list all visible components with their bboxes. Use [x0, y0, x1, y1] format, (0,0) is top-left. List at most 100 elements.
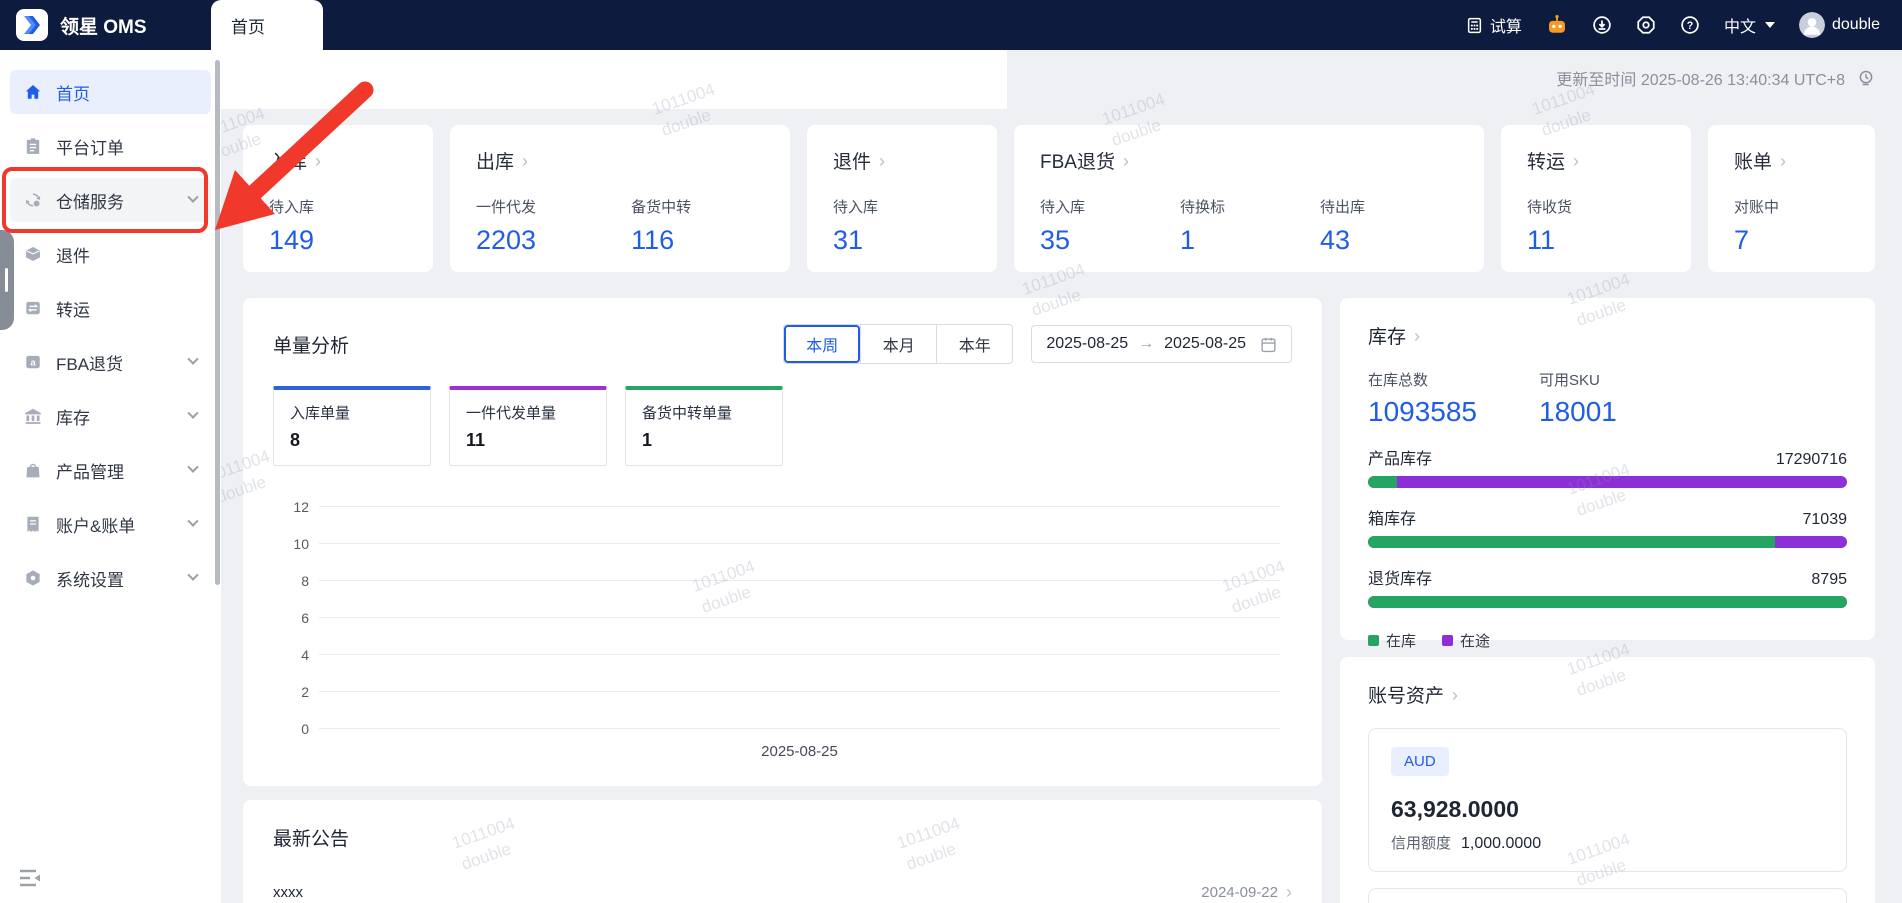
chevron-right-icon: ›: [315, 150, 322, 171]
svg-text:a: a: [30, 357, 36, 368]
metric-label: 待入库: [1040, 199, 1086, 216]
metric-value[interactable]: 2203: [476, 225, 536, 256]
stat-label: 可用SKU: [1539, 372, 1600, 389]
sidebar-item-label: 系统设置: [56, 570, 124, 590]
date-from: 2025-08-25: [1046, 335, 1129, 352]
clipboard-icon: [26, 138, 40, 154]
transfer-icon: [26, 301, 40, 315]
drawer-handle[interactable]: [0, 230, 14, 330]
chevron-down-icon: [187, 515, 199, 527]
metric-value[interactable]: 116: [631, 225, 691, 256]
stat-card-fba-returns: FBA退货 › 待入库 35 待换标 1 待出库 43: [1014, 125, 1484, 272]
stat-card-title-link[interactable]: 退件 ›: [833, 147, 971, 174]
language-switcher[interactable]: 中文: [1724, 13, 1775, 37]
collapse-sidebar-button[interactable]: [18, 867, 44, 889]
sidebar-item-products[interactable]: 产品管理: [10, 448, 211, 492]
y-tick: 12: [293, 499, 309, 515]
sidebar-item-warehouse-service[interactable]: 仓储服务: [10, 178, 211, 222]
amazon-a-icon: a: [26, 355, 40, 368]
inventory-title-link[interactable]: 库存 ›: [1368, 322, 1847, 349]
sidebar-item-label: FBA退货: [56, 354, 124, 374]
trial-label: 试算: [1489, 19, 1522, 36]
sidebar-item-label: 退件: [56, 246, 90, 266]
tab-this-year[interactable]: 本年: [936, 325, 1012, 363]
metric-value[interactable]: 7: [1734, 225, 1779, 256]
metric-value[interactable]: 149: [269, 225, 314, 256]
metric-card-dropship-volume[interactable]: 一件代发单量 11: [449, 386, 607, 466]
chevron-right-icon: ›: [522, 150, 529, 171]
chevron-right-icon: ›: [1414, 325, 1421, 346]
stat-value[interactable]: 1093585: [1368, 396, 1477, 428]
metric-label: 一件代发: [476, 199, 537, 216]
account-assets-panel: 账号资产 › AUD 63,928.0000 信用额度 1,000.0000: [1340, 657, 1875, 903]
sidebar-item-label: 转运: [56, 300, 90, 320]
metric-card-inbound-volume[interactable]: 入库单量 8: [273, 386, 431, 466]
user-menu[interactable]: double: [1798, 12, 1880, 38]
metric-label: 一件代发单量: [466, 405, 557, 422]
return-box-icon: [26, 247, 40, 261]
chevron-down-icon: [187, 407, 199, 419]
progress-bar: [1368, 596, 1847, 608]
sidebar-item-inventory[interactable]: 库存: [10, 394, 211, 438]
stat-card-title-link[interactable]: 账单 ›: [1734, 147, 1849, 174]
timezone-clock-icon[interactable]: [1857, 69, 1875, 87]
legend-label: 在库: [1386, 633, 1417, 650]
sidebar-item-home[interactable]: 首页: [10, 70, 211, 114]
account-card-next[interactable]: [1368, 888, 1847, 903]
metric-value[interactable]: 31: [833, 225, 878, 256]
bar-value: 17290716: [1775, 451, 1847, 468]
sidebar-item-fba-returns[interactable]: a FBA退货: [10, 340, 211, 384]
tab-this-week[interactable]: 本周: [784, 325, 860, 363]
account-card-aud[interactable]: AUD 63,928.0000 信用额度 1,000.0000: [1368, 728, 1847, 872]
chevron-down-icon: [187, 353, 199, 365]
panel-title: 单量分析: [273, 335, 350, 357]
inventory-bar-box: 箱库存 71039: [1368, 505, 1847, 548]
sidebar-item-accounts-bills[interactable]: 账户&账单: [10, 502, 211, 546]
stat-card-title-link[interactable]: 入库 ›: [269, 147, 407, 174]
account-balance: 63,928.0000: [1391, 796, 1519, 822]
date-range-picker[interactable]: 2025-08-25 → 2025-08-25: [1031, 325, 1292, 363]
trial-calc-button[interactable]: 试算: [1466, 13, 1522, 37]
sidebar-item-platform-orders[interactable]: 平台订单: [10, 124, 211, 168]
credit-label: 信用额度: [1391, 835, 1452, 852]
metric-value[interactable]: 11: [1527, 225, 1572, 256]
settings-gear-icon[interactable]: [1636, 15, 1656, 35]
bar-label: 退货库存: [1368, 571, 1433, 588]
sidebar-item-transfer[interactable]: 转运: [10, 286, 211, 330]
stat-card-title-link[interactable]: FBA退货 ›: [1040, 147, 1458, 174]
metric-value[interactable]: 35: [1040, 225, 1085, 256]
stat-card-title-link[interactable]: 转运 ›: [1527, 147, 1665, 174]
stat-card-title: 账单: [1734, 152, 1773, 173]
robot-assistant-icon[interactable]: [1546, 14, 1568, 36]
panel-title: 库存: [1368, 327, 1407, 348]
tab-home[interactable]: 首页: [211, 0, 323, 50]
assets-title-link[interactable]: 账号资产 ›: [1368, 681, 1847, 708]
metric-value[interactable]: 43: [1320, 225, 1365, 256]
sidebar-scrollbar[interactable]: [215, 60, 220, 585]
metric-value[interactable]: 1: [1180, 225, 1225, 256]
sidebar-item-label: 首页: [56, 84, 90, 104]
metric-value: 11: [466, 430, 486, 450]
sidebar-item-system-settings[interactable]: 系统设置: [10, 556, 211, 600]
notice-date: 2024-09-22: [1201, 883, 1278, 901]
download-icon[interactable]: [1592, 15, 1612, 35]
stat-value[interactable]: 18001: [1539, 396, 1617, 428]
metric-card-restock-volume[interactable]: 备货中转单量 1: [625, 386, 783, 466]
shopping-bag-icon: [26, 463, 40, 478]
sidebar-item-label: 账户&账单: [56, 516, 136, 536]
stat-card-title: 退件: [833, 152, 872, 173]
progress-bar: [1368, 536, 1847, 548]
stat-card-title-link[interactable]: 出库 ›: [476, 147, 764, 174]
metric-label: 待入库: [833, 199, 879, 216]
y-tick: 4: [301, 647, 309, 663]
inventory-panel: 库存 › 在库总数 1093585 可用SKU 18001 产品库存 17290…: [1340, 298, 1875, 650]
chevron-right-icon: ›: [1122, 150, 1129, 171]
sidebar-item-returns[interactable]: 退件: [10, 232, 211, 276]
tab-this-month[interactable]: 本月: [860, 325, 936, 363]
notice-item[interactable]: xxxx 2024-09-22 ›: [273, 883, 1292, 901]
y-tick: 2: [301, 683, 309, 700]
chevron-down-icon: [187, 569, 199, 581]
bar-value: 71039: [1802, 511, 1848, 528]
help-icon[interactable]: ?: [1680, 15, 1700, 35]
legend-swatch-instock: [1368, 635, 1379, 646]
